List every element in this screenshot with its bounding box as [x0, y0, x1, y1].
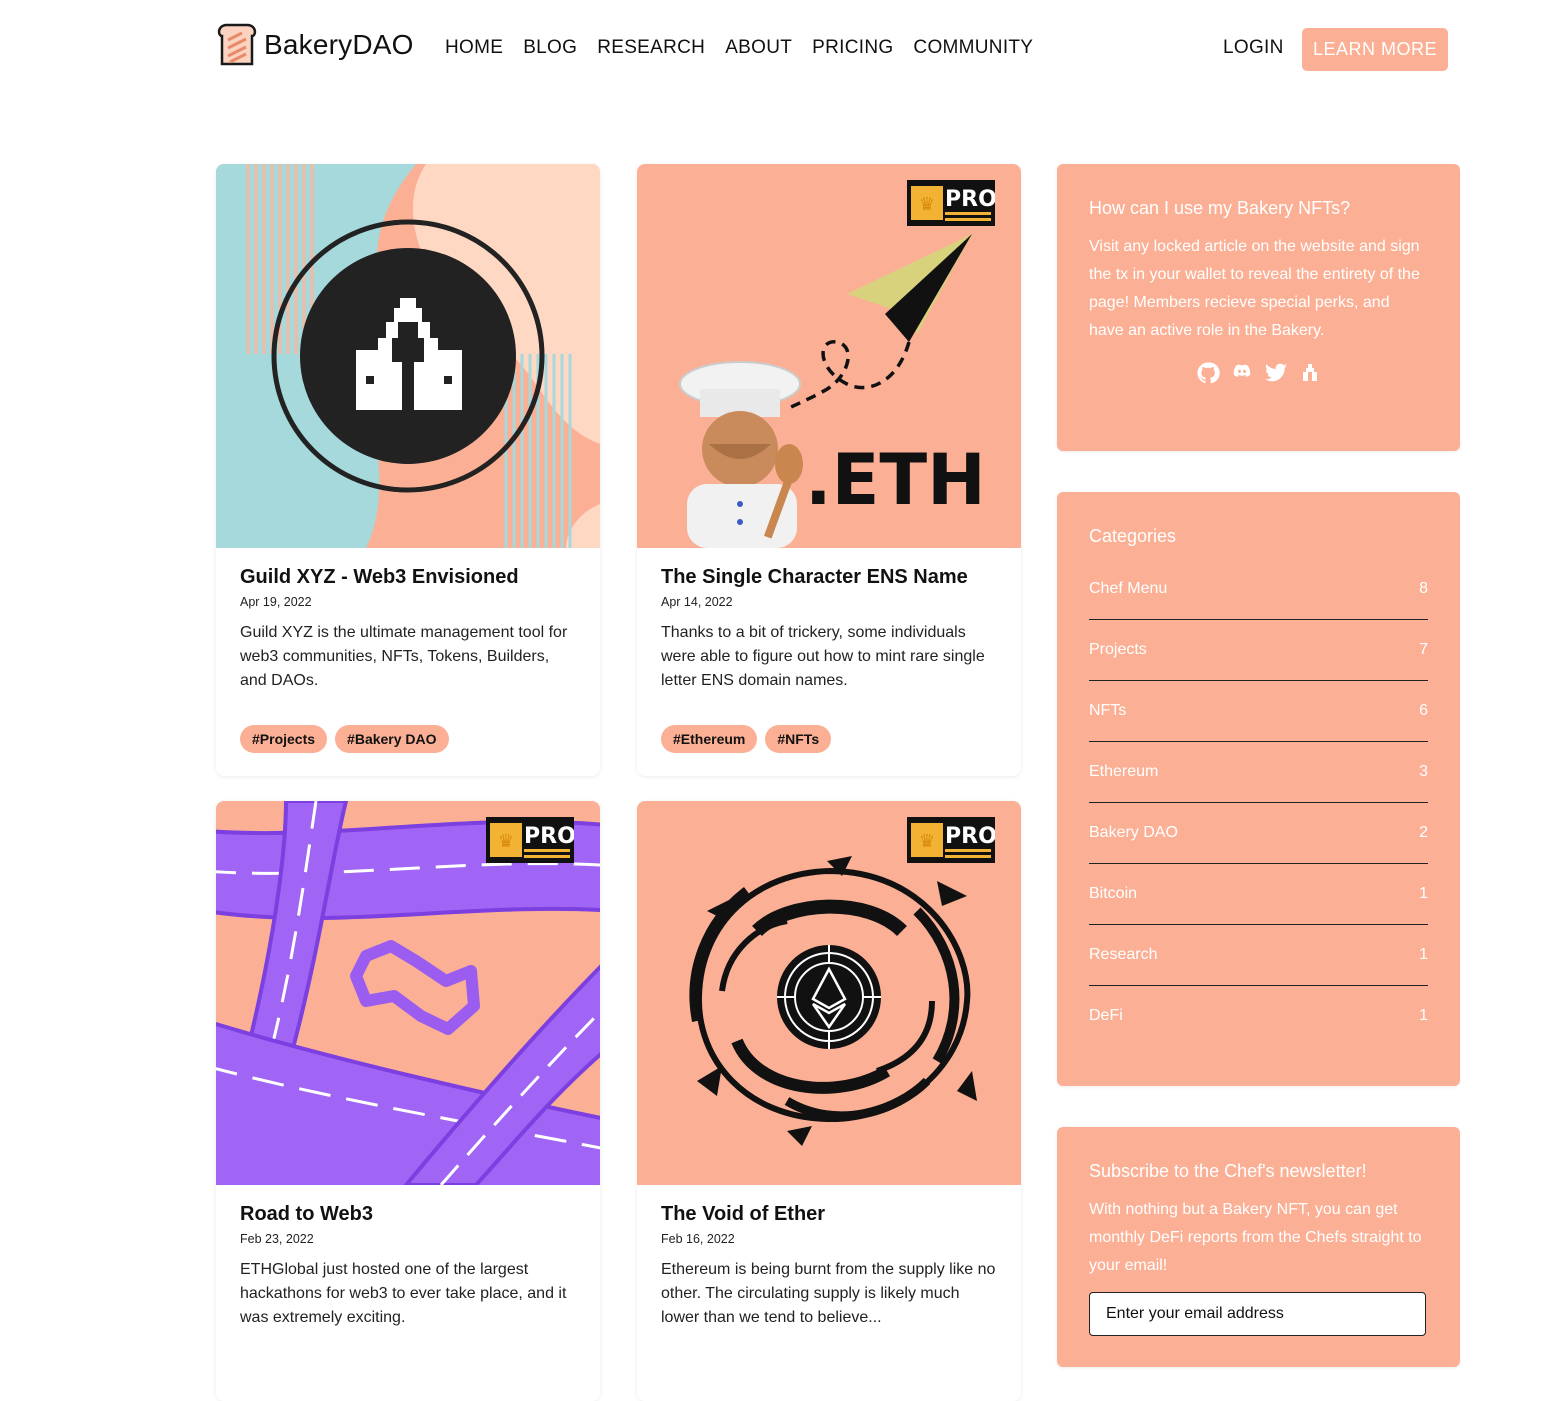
- post-card[interactable]: ♛ PRO Road to Web3 Feb 23, 2022 ETHGloba…: [216, 801, 600, 1401]
- newsletter-body: With nothing but a Bakery NFT, you can g…: [1089, 1201, 1422, 1274]
- category-item-ethereum[interactable]: Ethereum 3: [1089, 742, 1428, 803]
- main-nav: HOME BLOG RESEARCH ABOUT PRICING COMMUNI…: [445, 37, 1033, 59]
- nav-pricing[interactable]: PRICING: [812, 37, 893, 59]
- site-header: BakeryDAO HOME BLOG RESEARCH ABOUT PRICI…: [0, 0, 1558, 100]
- post-image-void: ♛ PRO: [637, 801, 1021, 1185]
- newsletter-panel: Subscribe to the Chef's newsletter! With…: [1057, 1127, 1460, 1367]
- post-description: Ethereum is being burnt from the supply …: [661, 1261, 996, 1326]
- category-name: Projects: [1089, 641, 1147, 658]
- post-date: Apr 14, 2022: [661, 595, 733, 609]
- post-title[interactable]: Road to Web3: [240, 1203, 576, 1226]
- svg-text:PRO: PRO: [524, 824, 574, 849]
- post-image-ens: .ETH ♛ PRO: [637, 164, 1021, 548]
- nav-research[interactable]: RESEARCH: [597, 37, 705, 59]
- svg-text:♛: ♛: [919, 194, 935, 214]
- post-tags: #Projects #Bakery DAO: [240, 725, 576, 753]
- categories-title: Categories: [1089, 526, 1177, 546]
- nft-info-body: Visit any locked article on the website …: [1089, 238, 1420, 339]
- category-name: Research: [1089, 946, 1158, 963]
- category-count: 3: [1419, 763, 1428, 780]
- github-icon[interactable]: [1196, 361, 1220, 385]
- nav-home[interactable]: HOME: [445, 37, 503, 59]
- category-name: Ethereum: [1089, 763, 1159, 780]
- post-description: Thanks to a bit of trickery, some indivi…: [661, 624, 985, 689]
- category-name: Chef Menu: [1089, 580, 1168, 597]
- category-list: Chef Menu 8 Projects 7 NFTs 6 Ethereum 3…: [1089, 559, 1428, 1046]
- tag-bakery-dao[interactable]: #Bakery DAO: [335, 725, 449, 753]
- svg-text:♛: ♛: [498, 831, 514, 851]
- category-name: Bitcoin: [1089, 885, 1138, 902]
- post-body: The Single Character ENS Name Apr 14, 20…: [637, 548, 1021, 753]
- post-tags: #Ethereum #NFTs: [661, 725, 997, 753]
- post-card[interactable]: Guild XYZ - Web3 Envisioned Apr 19, 2022…: [216, 164, 600, 776]
- email-field[interactable]: [1089, 1292, 1426, 1336]
- brand-name: BakeryDAO: [264, 29, 414, 60]
- category-count: 2: [1419, 824, 1428, 841]
- post-description: Guild XYZ is the ultimate management too…: [240, 624, 568, 689]
- pro-badge: ♛ PRO: [907, 180, 995, 226]
- post-card[interactable]: .ETH ♛ PRO The Single Character ENS Name…: [637, 164, 1021, 776]
- category-count: 1: [1419, 1007, 1428, 1024]
- svg-text:♛: ♛: [919, 831, 935, 851]
- pro-badge: ♛ PRO: [486, 817, 574, 863]
- category-item-bakery-dao[interactable]: Bakery DAO 2: [1089, 803, 1428, 864]
- category-name: DeFi: [1089, 1007, 1123, 1024]
- post-title[interactable]: The Void of Ether: [661, 1203, 997, 1226]
- tag-ethereum[interactable]: #Ethereum: [661, 725, 758, 753]
- category-count: 1: [1419, 946, 1428, 963]
- category-count: 7: [1419, 641, 1428, 658]
- newsletter-title: Subscribe to the Chef's newsletter!: [1089, 1161, 1367, 1181]
- category-count: 6: [1419, 702, 1428, 719]
- category-item-defi[interactable]: DeFi 1: [1089, 986, 1428, 1046]
- post-title[interactable]: Guild XYZ - Web3 Envisioned: [240, 566, 576, 589]
- category-count: 8: [1419, 580, 1428, 597]
- post-image-guild: [216, 164, 600, 548]
- post-card[interactable]: ♛ PRO The Void of Ether Feb 16, 2022 Eth…: [637, 801, 1021, 1401]
- category-count: 1: [1419, 885, 1428, 902]
- category-item-research[interactable]: Research 1: [1089, 925, 1428, 986]
- discord-icon[interactable]: [1230, 361, 1254, 385]
- tag-projects[interactable]: #Projects: [240, 725, 328, 753]
- twitter-icon[interactable]: [1264, 361, 1288, 385]
- nav-blog[interactable]: BLOG: [523, 37, 577, 59]
- categories-panel: Categories Chef Menu 8 Projects 7 NFTs 6…: [1057, 492, 1460, 1086]
- nav-community[interactable]: COMMUNITY: [913, 37, 1033, 59]
- brand-logo[interactable]: BakeryDAO: [216, 22, 414, 68]
- category-item-chef-menu[interactable]: Chef Menu 8: [1089, 559, 1428, 620]
- nft-info-title: How can I use my Bakery NFTs?: [1089, 198, 1351, 218]
- category-name: Bakery DAO: [1089, 824, 1178, 841]
- post-date: Feb 16, 2022: [661, 1232, 735, 1246]
- post-description: ETHGlobal just hosted one of the largest…: [240, 1261, 567, 1326]
- category-item-bitcoin[interactable]: Bitcoin 1: [1089, 864, 1428, 925]
- post-date: Feb 23, 2022: [240, 1232, 314, 1246]
- nav-about[interactable]: ABOUT: [725, 37, 792, 59]
- svg-text:PRO: PRO: [945, 824, 995, 849]
- tag-nfts[interactable]: #NFTs: [765, 725, 832, 753]
- category-name: NFTs: [1089, 702, 1127, 719]
- social-links: [1089, 361, 1428, 385]
- post-image-roads: ♛ PRO: [216, 801, 600, 1185]
- post-title[interactable]: The Single Character ENS Name: [661, 566, 997, 589]
- learn-more-button[interactable]: LEARN MORE: [1302, 28, 1448, 71]
- svg-text:PRO: PRO: [945, 187, 995, 212]
- post-body: Road to Web3 Feb 23, 2022 ETHGlobal just…: [216, 1185, 600, 1330]
- post-body: The Void of Ether Feb 16, 2022 Ethereum …: [637, 1185, 1021, 1330]
- toast-logo-icon: [217, 23, 257, 66]
- login-link[interactable]: LOGIN: [1223, 37, 1284, 59]
- eth-graphic-text: .ETH: [805, 439, 986, 521]
- category-item-projects[interactable]: Projects 7: [1089, 620, 1428, 681]
- post-date: Apr 19, 2022: [240, 595, 312, 609]
- post-body: Guild XYZ - Web3 Envisioned Apr 19, 2022…: [216, 548, 600, 753]
- nft-info-panel: How can I use my Bakery NFTs? Visit any …: [1057, 164, 1460, 451]
- category-item-nfts[interactable]: NFTs 6: [1089, 681, 1428, 742]
- pro-badge: ♛ PRO: [907, 817, 995, 863]
- guild-icon[interactable]: [1298, 361, 1322, 385]
